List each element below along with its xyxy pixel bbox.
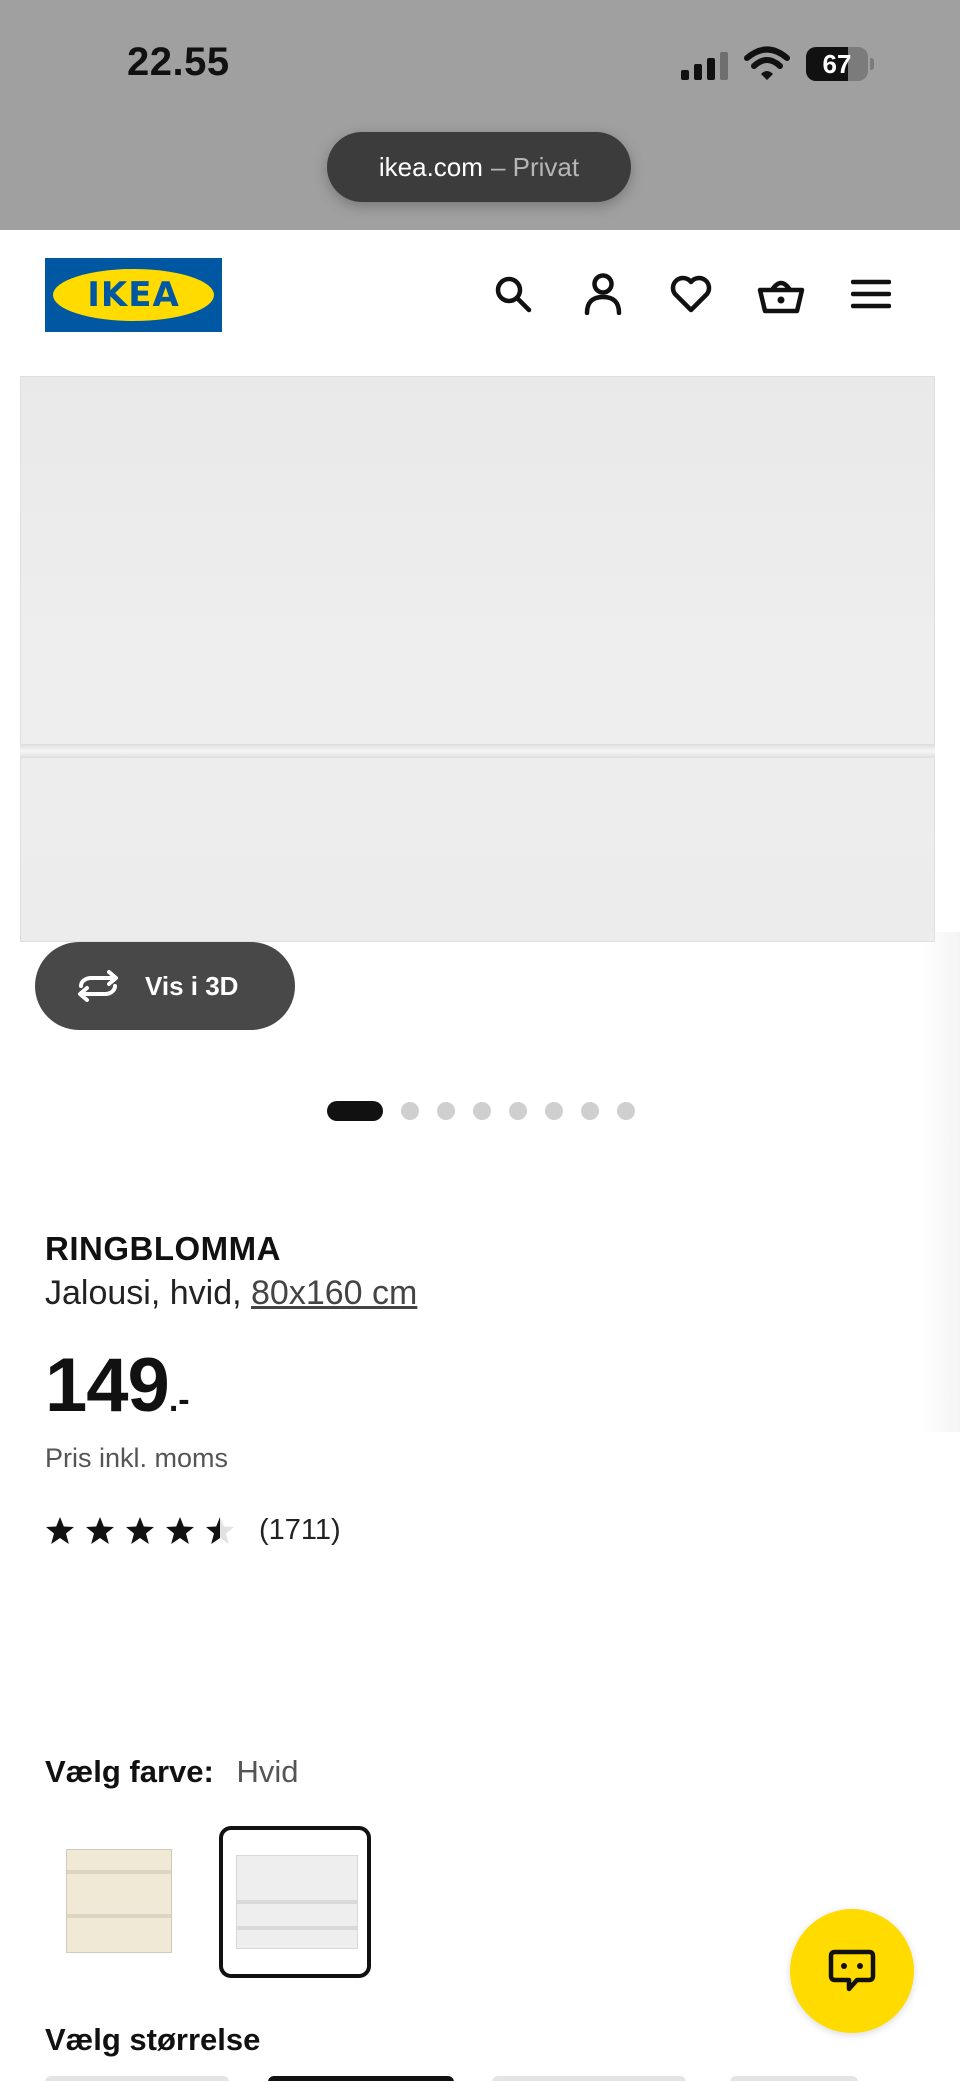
carousel-dot[interactable] (581, 1102, 599, 1120)
account-icon (584, 273, 622, 315)
color-selector-label: Vælg farve: Hvid (45, 1754, 298, 1790)
carousel-dots (327, 1101, 653, 1121)
search-icon (495, 276, 532, 313)
star-icon (126, 1516, 154, 1544)
carousel-dot[interactable] (617, 1102, 635, 1120)
color-label: Vælg farve: (45, 1754, 214, 1789)
carousel-dot[interactable] (401, 1102, 419, 1120)
beige-blind-thumbnail (66, 1849, 172, 1953)
star-icon (46, 1516, 74, 1544)
private-mode-label: – Privat (490, 151, 580, 182)
chat-icon (828, 1949, 876, 1992)
size-option[interactable] (45, 2076, 229, 2081)
wifi-icon (744, 46, 790, 80)
color-swatch-beige[interactable] (45, 1826, 197, 1978)
battery-icon: 67 (806, 47, 874, 81)
carousel-dot-active[interactable] (327, 1101, 383, 1121)
product-type: Jalousi, hvid, (45, 1274, 242, 1312)
price-decimal: .- (168, 1381, 190, 1419)
size-option-selected[interactable] (268, 2076, 454, 2081)
menu-button[interactable] (846, 269, 896, 319)
signal-icon (681, 52, 728, 80)
price-integer: 149 (45, 1343, 170, 1428)
size-option[interactable] (492, 2076, 686, 2081)
basket-button[interactable] (756, 269, 806, 319)
basket-icon (757, 280, 805, 314)
view-3d-button[interactable]: Vis i 3D (35, 942, 295, 1030)
star-icon (166, 1516, 194, 1544)
carousel-dot[interactable] (509, 1102, 527, 1120)
selected-color: Hvid (236, 1754, 299, 1789)
roman-blind-picture (20, 376, 935, 942)
product-price: 149 .- (45, 1346, 190, 1426)
account-button[interactable] (578, 269, 628, 319)
carousel-dot[interactable] (437, 1102, 455, 1120)
carousel-dot[interactable] (473, 1102, 491, 1120)
product-description: Jalousi, hvid, 80x160 cm (45, 1274, 417, 1313)
menu-icon (851, 279, 891, 309)
url-bar[interactable]: ikea.com – Privat (327, 132, 631, 202)
product-name: RINGBLOMMA (45, 1230, 281, 1267)
size-selector-label: Vælg størrelse (45, 2022, 261, 2057)
favourites-button[interactable] (666, 269, 716, 319)
view-3d-label: Vis i 3D (145, 970, 239, 1001)
review-count: (1711) (259, 1514, 341, 1546)
url-text: ikea.com (378, 151, 483, 182)
status-time: 22.55 (127, 40, 230, 84)
vat-note: Pris inkl. moms (45, 1443, 229, 1473)
white-blind-thumbnail (236, 1855, 358, 1949)
color-swatch-white[interactable] (219, 1826, 371, 1978)
star-icon (86, 1516, 114, 1544)
ikea-logo[interactable]: IKEA (45, 258, 222, 332)
rating-stars (45, 1516, 245, 1546)
rotate-3d-icon (75, 968, 123, 1004)
status-bar: 22.55 67 ikea.com – Privat (0, 0, 960, 230)
size-option[interactable] (730, 2076, 858, 2081)
heart-icon (670, 275, 712, 313)
size-link[interactable]: 80x160 cm (251, 1274, 417, 1312)
logo-text: IKEA (87, 275, 180, 315)
carousel-dot[interactable] (545, 1102, 563, 1120)
chat-button[interactable] (790, 1909, 914, 2033)
battery-level: 67 (822, 49, 852, 79)
star-icon (206, 1516, 234, 1544)
search-button[interactable] (488, 269, 538, 319)
product-rating[interactable]: (1711) (45, 1514, 341, 1547)
